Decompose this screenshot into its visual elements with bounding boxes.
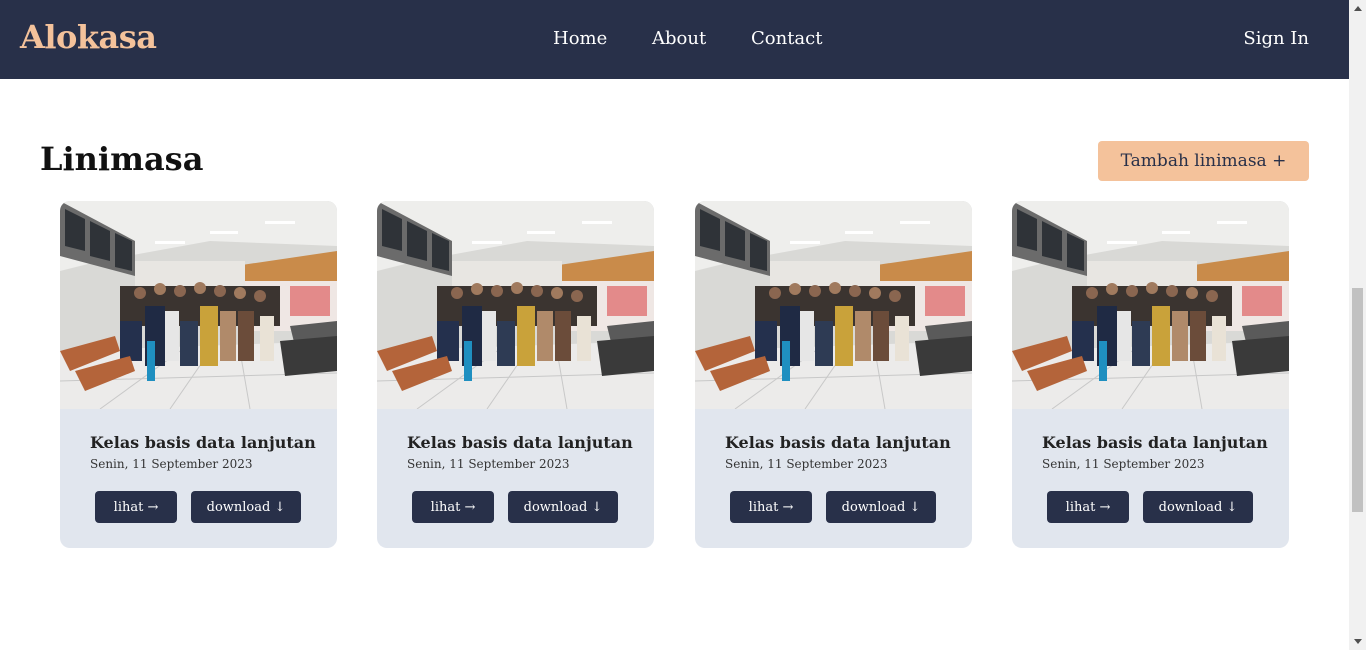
timeline-card: Kelas basis data lanjutan Senin, 11 Sept… [1012,201,1289,548]
card-title: Kelas basis data lanjutan [90,433,316,452]
class-photo [1012,201,1289,409]
download-button[interactable]: download ↓ [508,491,618,523]
sign-in-link[interactable]: Sign In [1243,28,1309,49]
add-timeline-button[interactable]: Tambah linimasa + [1098,141,1309,181]
card-title: Kelas basis data lanjutan [725,433,951,452]
download-button[interactable]: download ↓ [826,491,936,523]
brand-logo[interactable]: Alokasa [20,18,157,56]
view-button[interactable]: lihat → [1047,491,1129,523]
class-photo [695,201,972,409]
timeline-card: Kelas basis data lanjutan Senin, 11 Sept… [60,201,337,548]
card-date: Senin, 11 September 2023 [725,457,888,471]
view-button[interactable]: lihat → [95,491,177,523]
card-date: Senin, 11 September 2023 [1042,457,1205,471]
page-title: Linimasa [40,140,204,178]
class-photo [60,201,337,409]
vertical-scrollbar[interactable] [1349,0,1366,650]
nav-about-link[interactable]: About [652,28,706,49]
view-button[interactable]: lihat → [730,491,812,523]
nav-home-link[interactable]: Home [553,28,607,49]
scrollbar-thumb[interactable] [1352,288,1363,512]
download-button[interactable]: download ↓ [191,491,301,523]
timeline-card: Kelas basis data lanjutan Senin, 11 Sept… [377,201,654,548]
timeline-card: Kelas basis data lanjutan Senin, 11 Sept… [695,201,972,548]
scroll-down-arrow-icon[interactable] [1349,633,1366,650]
card-date: Senin, 11 September 2023 [407,457,570,471]
card-title: Kelas basis data lanjutan [1042,433,1268,452]
card-date: Senin, 11 September 2023 [90,457,253,471]
class-photo [377,201,654,409]
navbar: Alokasa Home About Contact Sign In [0,0,1349,79]
nav-contact-link[interactable]: Contact [751,28,822,49]
download-button[interactable]: download ↓ [1143,491,1253,523]
card-title: Kelas basis data lanjutan [407,433,633,452]
view-button[interactable]: lihat → [412,491,494,523]
scroll-up-arrow-icon[interactable] [1349,0,1366,17]
